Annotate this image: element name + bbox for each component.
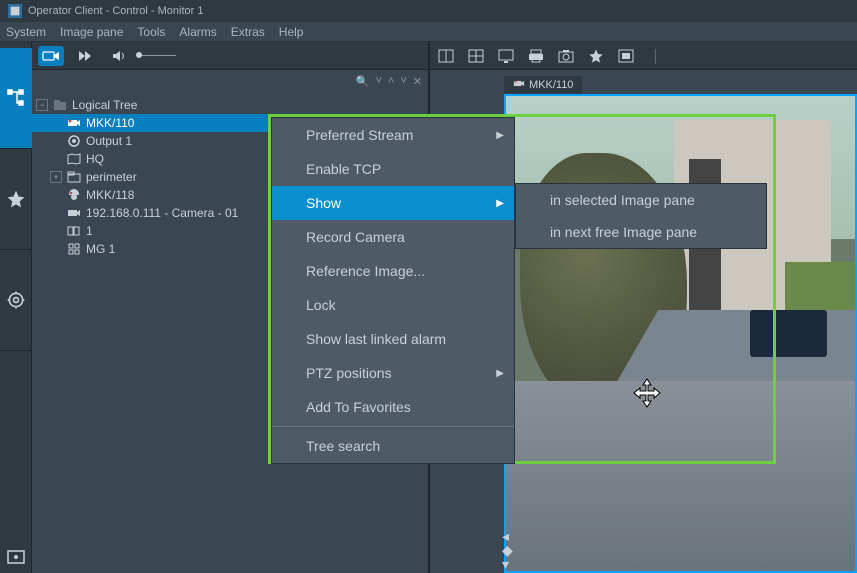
- search-icon[interactable]: 🔍: [356, 75, 370, 88]
- menu-ptz-positions[interactable]: PTZ positions▶: [272, 356, 514, 390]
- app-icon: [8, 4, 22, 18]
- expander-icon[interactable]: +: [50, 171, 62, 183]
- tree-item-label: Output 1: [86, 134, 132, 148]
- menu-tools[interactable]: Tools: [137, 25, 165, 39]
- camera-icon: [66, 206, 82, 220]
- menu-help[interactable]: Help: [279, 25, 304, 39]
- chevron-down-icon[interactable]: ˅: [375, 75, 381, 87]
- volume-slider[interactable]: [140, 55, 176, 56]
- tree-item-label: HQ: [86, 152, 104, 166]
- menu-tree-search[interactable]: Tree search: [272, 429, 514, 463]
- divider-icon: │: [646, 47, 666, 65]
- menu-enable-tcp[interactable]: Enable TCP: [272, 152, 514, 186]
- tree-item-label: MKK/110: [86, 116, 134, 130]
- grid-icon[interactable]: [466, 47, 486, 65]
- fullscreen-icon[interactable]: [616, 47, 636, 65]
- layout-icon[interactable]: [436, 47, 456, 65]
- menubar: System Image pane Tools Alarms Extras He…: [0, 22, 857, 42]
- grid-icon: [66, 242, 82, 256]
- sidebar-tab-settings[interactable]: [0, 250, 32, 350]
- menu-alarms[interactable]: Alarms: [179, 25, 216, 39]
- expander-icon[interactable]: −: [36, 99, 48, 111]
- play-button[interactable]: [72, 46, 98, 66]
- right-toolbar: │: [430, 42, 857, 70]
- menu-preferred-stream[interactable]: Preferred Stream▶: [272, 118, 514, 152]
- menu-record-camera[interactable]: Record Camera: [272, 220, 514, 254]
- tree-item-label: MG 1: [86, 242, 115, 256]
- tree-item-label: 1: [86, 224, 93, 238]
- titlebar: Operator Client - Control - Monitor 1: [0, 0, 857, 22]
- submenu-arrow-icon: ▶: [496, 130, 504, 141]
- print-icon[interactable]: [526, 47, 546, 65]
- tree-item-label: 192.168.0.111 - Camera - 01: [86, 206, 238, 220]
- tree-root-label: Logical Tree: [72, 98, 137, 112]
- chevron-down-icon[interactable]: ˅: [400, 75, 406, 87]
- dome-camera-icon: [66, 188, 82, 202]
- menu-lock[interactable]: Lock: [272, 288, 514, 322]
- window-title: Operator Client - Control - Monitor 1: [28, 5, 203, 17]
- video-controls-icon[interactable]: ◂◆▾: [502, 529, 513, 571]
- tree-root[interactable]: − Logical Tree: [32, 96, 428, 114]
- tree-search-bar: 🔍 ˅ ˄ ˅ ✕: [32, 70, 428, 92]
- star-icon[interactable]: [586, 47, 606, 65]
- sidebar-tab-favorites[interactable]: [0, 149, 32, 249]
- volume-button[interactable]: [106, 46, 132, 66]
- output-icon: [66, 134, 82, 148]
- chevron-up-icon[interactable]: ˄: [388, 75, 394, 87]
- bottom-tab-icon[interactable]: [4, 545, 28, 569]
- context-menu: Preferred Stream▶ Enable TCP Show▶ Recor…: [271, 117, 515, 464]
- menu-system[interactable]: System: [6, 25, 46, 39]
- map-icon: [66, 152, 82, 166]
- camera-icon: [66, 116, 82, 130]
- video-tab[interactable]: MKK/110: [504, 76, 582, 94]
- folder-icon: [66, 170, 82, 184]
- submenu: in selected Image pane in next free Imag…: [515, 183, 767, 249]
- submenu-arrow-icon: ▶: [496, 198, 504, 209]
- menu-image-pane[interactable]: Image pane: [60, 25, 123, 39]
- tree-item-label: perimeter: [86, 170, 137, 184]
- submenu-next-free-pane[interactable]: in next free Image pane: [516, 216, 766, 248]
- menu-extras[interactable]: Extras: [231, 25, 265, 39]
- display-icon[interactable]: [496, 47, 516, 65]
- menu-show[interactable]: Show▶: [272, 186, 514, 220]
- left-sidebar: [0, 42, 32, 573]
- move-cursor-icon: [632, 378, 662, 411]
- left-toolbar: [32, 42, 428, 70]
- menu-add-favorites[interactable]: Add To Favorites: [272, 390, 514, 424]
- menu-separator: [272, 426, 514, 427]
- video-content: [506, 96, 855, 571]
- sequence-icon: [66, 224, 82, 238]
- menu-show-last-alarm[interactable]: Show last linked alarm: [272, 322, 514, 356]
- tree-icon: [52, 98, 68, 112]
- live-button[interactable]: [38, 46, 64, 66]
- menu-reference-image[interactable]: Reference Image...: [272, 254, 514, 288]
- video-tab-label: MKK/110: [529, 79, 573, 91]
- submenu-arrow-icon: ▶: [496, 368, 504, 379]
- tree-item-label: MKK/118: [86, 188, 134, 202]
- snapshot-icon[interactable]: [556, 47, 576, 65]
- sidebar-tab-tree[interactable]: [0, 48, 32, 148]
- camera-icon: [513, 79, 525, 91]
- submenu-selected-pane[interactable]: in selected Image pane: [516, 184, 766, 216]
- video-frame[interactable]: [504, 94, 857, 573]
- close-icon[interactable]: ✕: [413, 75, 422, 88]
